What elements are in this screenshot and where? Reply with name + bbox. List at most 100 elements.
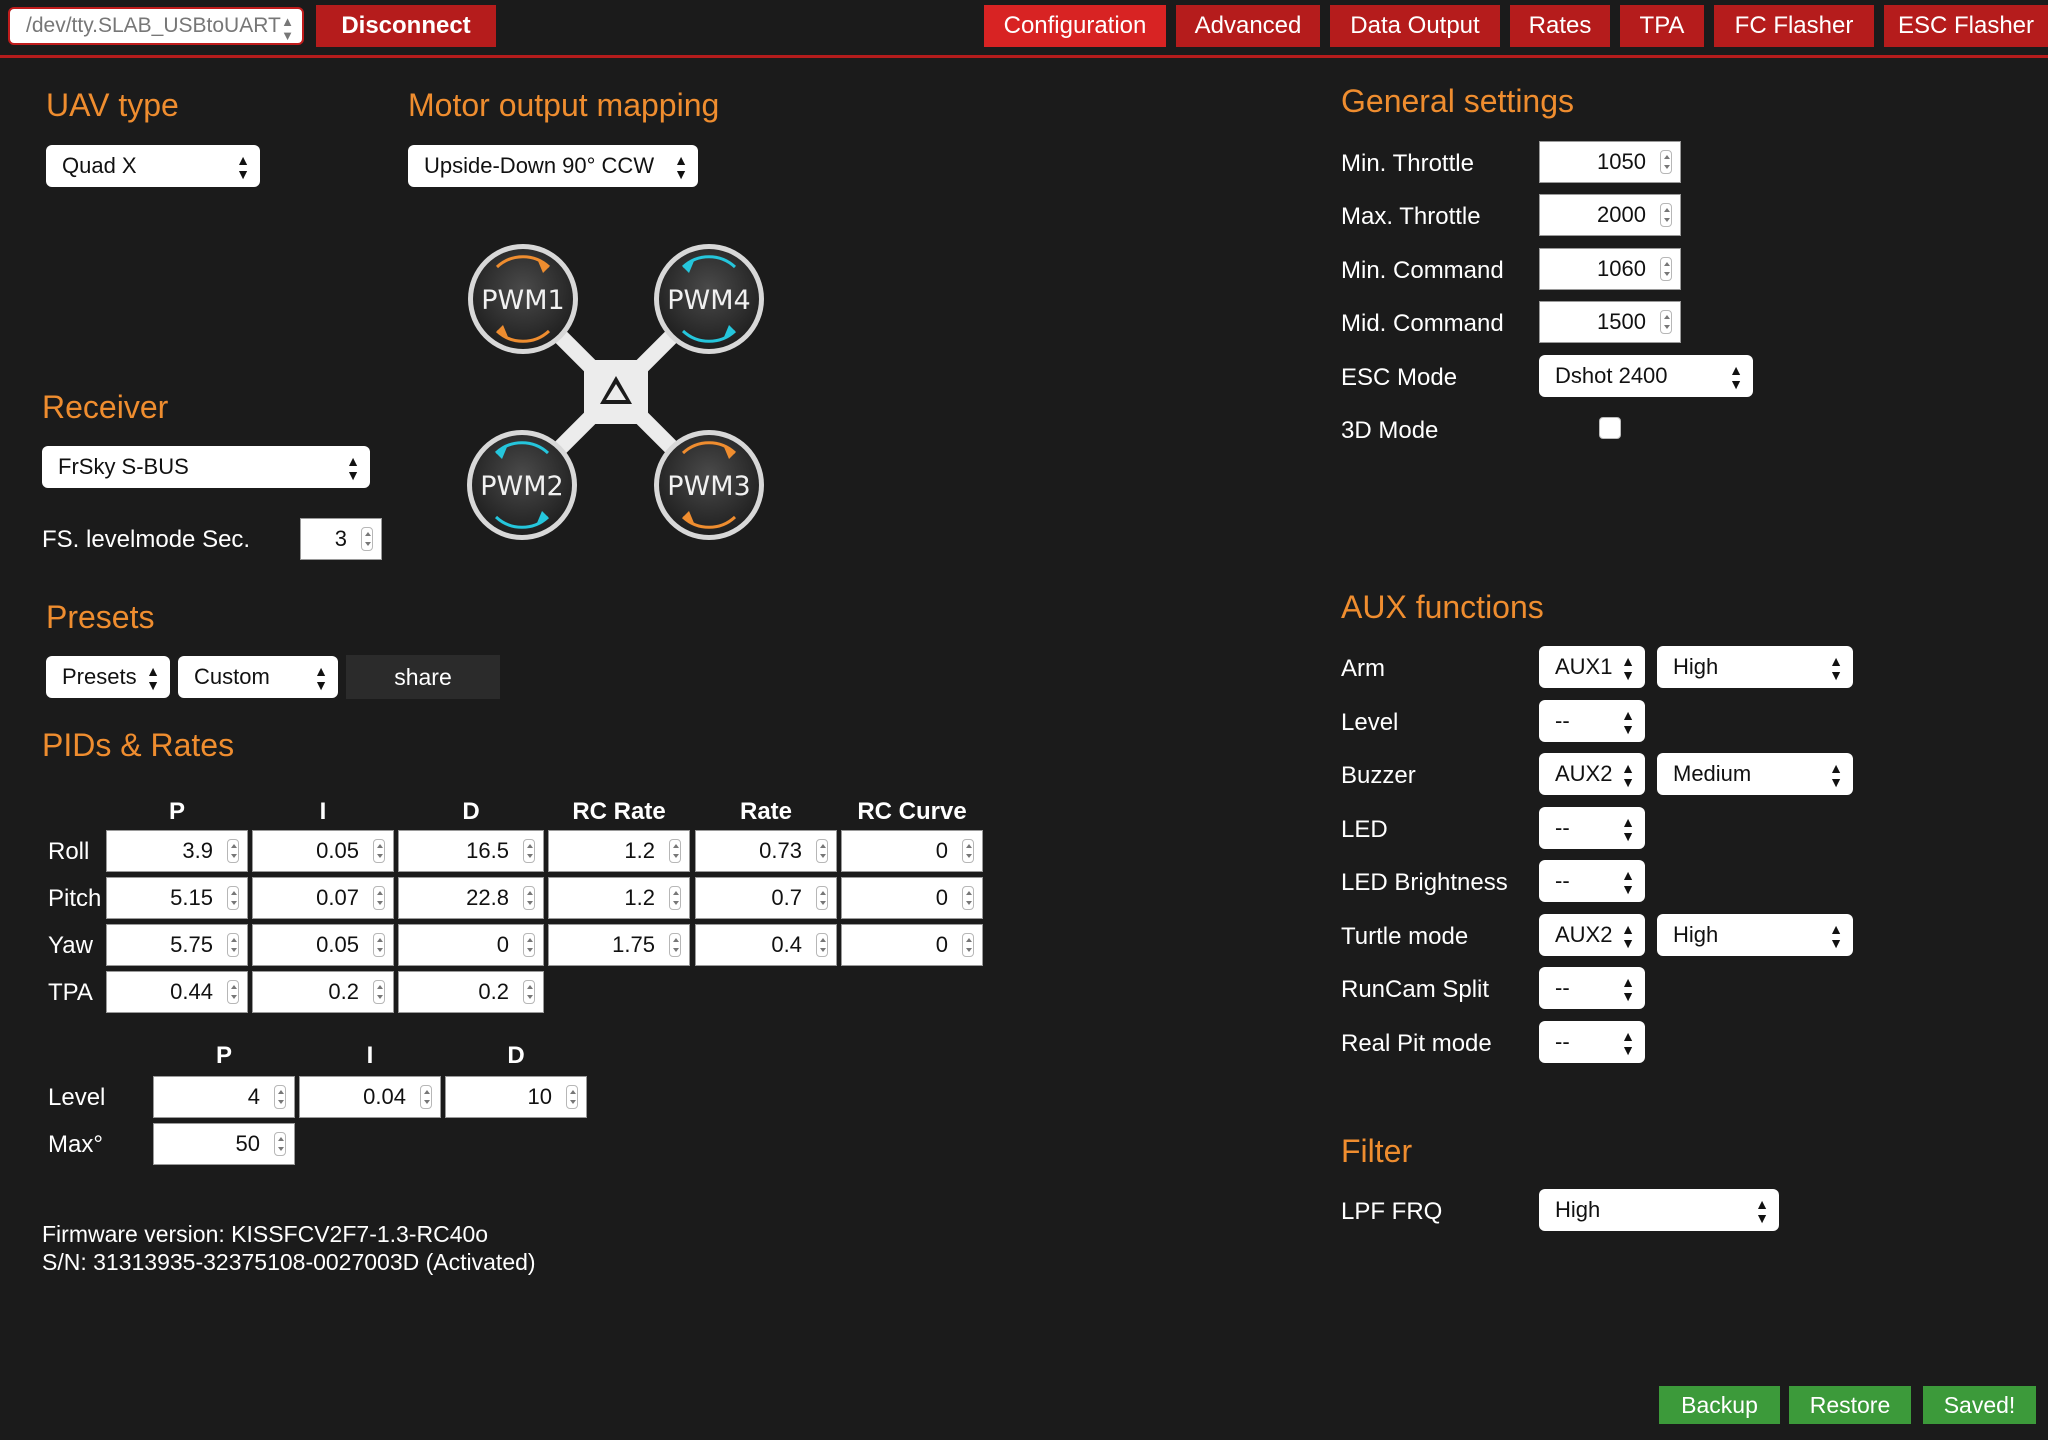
- level-channel-select[interactable]: -- ▲ ▼: [1539, 700, 1645, 742]
- turtle-mode-level-select[interactable]: High ▲ ▼: [1657, 914, 1853, 956]
- share-button[interactable]: share: [346, 655, 500, 699]
- yaw-i-value: 0.05: [316, 932, 359, 957]
- spinner-icon[interactable]: [373, 933, 385, 957]
- spinner-icon[interactable]: [420, 1085, 432, 1109]
- tab-data-output[interactable]: Data Output: [1330, 5, 1500, 47]
- level-p-input[interactable]: 4: [153, 1076, 295, 1118]
- yaw-p-input[interactable]: 5.75: [106, 924, 248, 966]
- tpa-i-input[interactable]: 0.2: [252, 971, 394, 1013]
- runcam-split-channel-select[interactable]: -- ▲ ▼: [1539, 967, 1645, 1009]
- min-throttle-input[interactable]: 1050: [1539, 141, 1681, 183]
- pitch-p-input[interactable]: 5.15: [106, 877, 248, 919]
- pitch-i-input[interactable]: 0.07: [252, 877, 394, 919]
- led-channel-select[interactable]: -- ▲ ▼: [1539, 807, 1645, 849]
- serial-port-select[interactable]: /dev/tty.SLAB_USBtoUART ▲ ▼: [8, 7, 304, 45]
- roll-rc-curve-input[interactable]: 0: [841, 830, 983, 872]
- buzzer-channel-select[interactable]: AUX2 ▲ ▼: [1539, 753, 1645, 795]
- spinner-icon[interactable]: [566, 1085, 578, 1109]
- spinner-icon[interactable]: [523, 886, 535, 910]
- roll-rate-input[interactable]: 0.73: [695, 830, 837, 872]
- tpa-p-input[interactable]: 0.44: [106, 971, 248, 1013]
- tab-esc-flasher[interactable]: ESC Flasher: [1884, 5, 2048, 47]
- buzzer-level-select[interactable]: Medium ▲ ▼: [1657, 753, 1853, 795]
- spinner-icon[interactable]: [962, 886, 974, 910]
- spinner-icon[interactable]: [962, 839, 974, 863]
- spinner-icon[interactable]: [1660, 150, 1672, 174]
- spinner-icon[interactable]: [373, 886, 385, 910]
- pitch-rc-curve-input[interactable]: 0: [841, 877, 983, 919]
- tab-advanced[interactable]: Advanced: [1176, 5, 1320, 47]
- custom-preset-select[interactable]: Custom ▲ ▼: [178, 656, 338, 698]
- yaw-rate-input[interactable]: 0.4: [695, 924, 837, 966]
- restore-button[interactable]: Restore: [1789, 1386, 1911, 1424]
- spinner-icon[interactable]: [962, 933, 974, 957]
- level-d-input[interactable]: 10: [445, 1076, 587, 1118]
- uav-type-select[interactable]: Quad X ▲ ▼: [46, 145, 260, 187]
- backup-button[interactable]: Backup: [1659, 1386, 1780, 1424]
- yaw-rc-curve-input[interactable]: 0: [841, 924, 983, 966]
- arm-channel-select[interactable]: AUX1 ▲ ▼: [1539, 646, 1645, 688]
- pitch-d-input[interactable]: 22.8: [398, 877, 544, 919]
- tpa-d-input[interactable]: 0.2: [398, 971, 544, 1013]
- yaw-rc-rate-input[interactable]: 1.75: [548, 924, 690, 966]
- max-throttle-value: 2000: [1597, 202, 1646, 227]
- tab-fc-flasher[interactable]: FC Flasher: [1714, 5, 1874, 47]
- row-label-roll: Roll: [48, 838, 90, 865]
- spinner-icon[interactable]: [669, 886, 681, 910]
- led-brightness-channel-select[interactable]: -- ▲ ▼: [1539, 860, 1645, 902]
- level-column-header-d: D: [507, 1042, 525, 1069]
- spinner-icon[interactable]: [373, 980, 385, 1004]
- turtle-mode-channel-select[interactable]: AUX2 ▲ ▼: [1539, 914, 1645, 956]
- receiver-heading: Receiver: [42, 389, 169, 425]
- spinner-icon[interactable]: [373, 839, 385, 863]
- aux-functions-heading: AUX functions: [1341, 589, 1544, 625]
- 3d-mode-checkbox[interactable]: [1599, 417, 1621, 439]
- spinner-icon[interactable]: [1660, 203, 1672, 227]
- roll-i-input[interactable]: 0.05: [252, 830, 394, 872]
- spinner-icon[interactable]: [274, 1085, 286, 1109]
- spinner-icon[interactable]: [361, 527, 373, 551]
- tab-rates[interactable]: Rates: [1510, 5, 1610, 47]
- spinner-icon[interactable]: [227, 933, 239, 957]
- spinner-icon[interactable]: [523, 980, 535, 1004]
- roll-d-input[interactable]: 16.5: [398, 830, 544, 872]
- spinner-icon[interactable]: [523, 933, 535, 957]
- spinner-icon[interactable]: [669, 839, 681, 863]
- pitch-rc-rate-input[interactable]: 1.2: [548, 877, 690, 919]
- esc-mode-select[interactable]: Dshot 2400 ▲ ▼: [1539, 355, 1753, 397]
- tab-tpa[interactable]: TPA: [1620, 5, 1704, 47]
- receiver-select[interactable]: FrSky S-BUS ▲ ▼: [42, 446, 370, 488]
- roll-rc-rate-input[interactable]: 1.2: [548, 830, 690, 872]
- spinner-icon[interactable]: [1660, 310, 1672, 334]
- save-button[interactable]: Saved!: [1923, 1386, 2036, 1424]
- arm-level-select[interactable]: High ▲ ▼: [1657, 646, 1853, 688]
- spinner-icon[interactable]: [816, 933, 828, 957]
- spinner-icon[interactable]: [669, 933, 681, 957]
- motor-label: PWM1: [481, 285, 564, 316]
- spinner-icon[interactable]: [523, 839, 535, 863]
- real-pit-mode-channel-select[interactable]: -- ▲ ▼: [1539, 1021, 1645, 1063]
- spinner-icon[interactable]: [1660, 257, 1672, 281]
- min-command-input[interactable]: 1060: [1539, 248, 1681, 290]
- tab-configuration[interactable]: Configuration: [984, 5, 1166, 47]
- lpf-frq-select[interactable]: High ▲ ▼: [1539, 1189, 1779, 1231]
- presets-select[interactable]: Presets ▲ ▼: [46, 656, 170, 698]
- roll-p-input[interactable]: 3.9: [106, 830, 248, 872]
- spinner-icon[interactable]: [227, 980, 239, 1004]
- spinner-icon[interactable]: [816, 886, 828, 910]
- disconnect-button[interactable]: Disconnect: [316, 5, 496, 47]
- motor-mapping-select[interactable]: Upside-Down 90° CCW ▲ ▼: [408, 145, 698, 187]
- pitch-rate-input[interactable]: 0.7: [695, 877, 837, 919]
- spinner-icon[interactable]: [227, 886, 239, 910]
- yaw-i-input[interactable]: 0.05: [252, 924, 394, 966]
- mid-command-input[interactable]: 1500: [1539, 301, 1681, 343]
- spinner-icon[interactable]: [227, 839, 239, 863]
- yaw-d-input[interactable]: 0: [398, 924, 544, 966]
- turtle-mode-level-value: High: [1673, 922, 1719, 947]
- max-angle-input[interactable]: 50: [153, 1123, 295, 1165]
- spinner-icon[interactable]: [816, 839, 828, 863]
- max-throttle-input[interactable]: 2000: [1539, 194, 1681, 236]
- fs-levelmode-input[interactable]: 3: [300, 518, 382, 560]
- level-i-input[interactable]: 0.04: [299, 1076, 441, 1118]
- spinner-icon[interactable]: [274, 1132, 286, 1156]
